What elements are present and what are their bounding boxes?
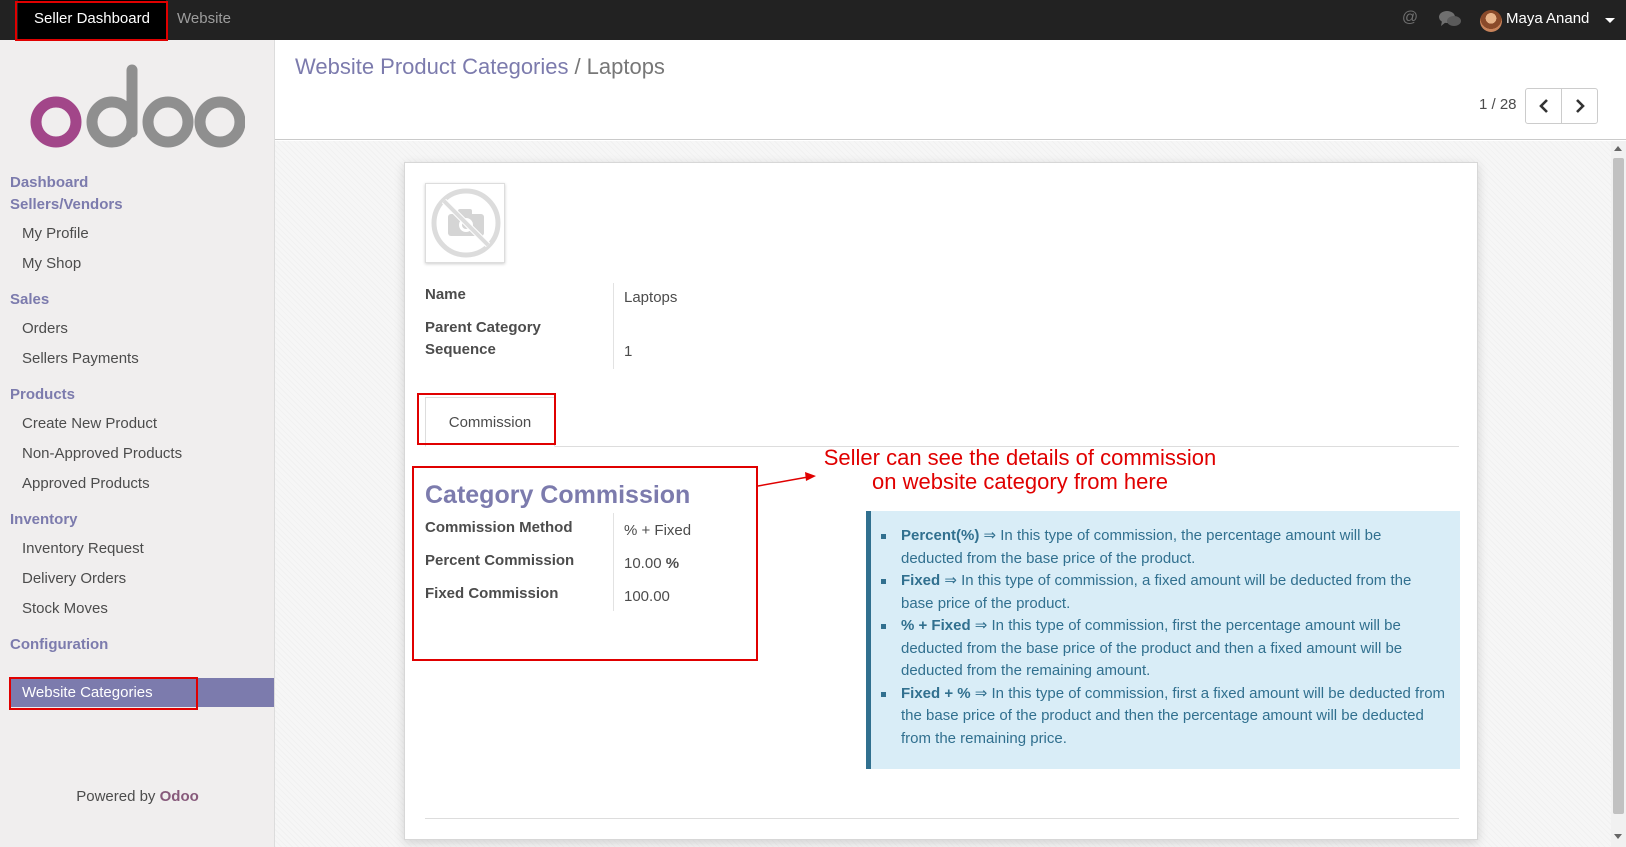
annotation-line-2: on website category from here [872,469,1168,494]
sidebar-item-create-new-product[interactable]: Create New Product [22,415,157,432]
sidebar-item-sellers-payments[interactable]: Sellers Payments [22,350,139,367]
powered-by-brand[interactable]: Odoo [160,788,199,805]
sidebar-item-delivery-orders[interactable]: Delivery Orders [22,570,126,587]
chevron-down-icon[interactable] [1605,18,1615,23]
name-label: Name [425,286,466,303]
sidebar-section-configuration: Configuration [10,636,109,653]
highlight-category-commission [412,466,758,661]
top-navbar: Seller Dashboard Website @ Maya Anand [0,0,1626,40]
chat-bubbles-icon[interactable] [1439,10,1461,28]
field-divider [613,283,614,369]
breadcrumb-parent[interactable]: Website Product Categories [295,54,569,79]
sidebar-item-orders[interactable]: Orders [22,320,68,337]
pager-previous-button[interactable] [1525,88,1562,124]
sidebar-section-sellers[interactable]: Sellers/Vendors [10,196,123,213]
sidebar-section-inventory: Inventory [10,511,78,528]
scrollbar[interactable] [1611,141,1626,847]
sidebar-section-dashboard[interactable]: Dashboard [10,174,88,191]
sidebar-item-stock-moves[interactable]: Stock Moves [22,600,108,617]
no-image-camera-icon [431,188,501,258]
info-item-percent: Percent(%) ⇒ In this type of commission,… [881,525,1446,570]
breadcrumb-current: Laptops [586,54,665,79]
nav-website[interactable]: Website [177,0,231,40]
at-icon[interactable]: @ [1401,9,1419,27]
commission-info-list: Percent(%) ⇒ In this type of commission,… [881,525,1446,751]
scroll-up-arrow-icon[interactable] [1614,146,1622,151]
sequence-value: 1 [624,343,633,360]
info-text: ⇒ In this type of commission, first the … [901,617,1403,679]
highlight-seller-dashboard [15,1,168,41]
breadcrumb: Website Product Categories / Laptops [295,54,665,80]
info-term: Percent(%) [901,527,980,544]
user-menu[interactable]: Maya Anand [1506,0,1589,40]
info-term: Fixed + % [901,684,971,702]
highlight-website-categories [9,677,198,710]
breadcrumb-separator: / [574,54,581,79]
powered-by-text: Powered by [76,788,156,805]
pager-value[interactable]: 1 / 28 [1479,96,1517,113]
sidebar: Dashboard Sellers/Vendors My Profile My … [0,40,275,847]
chevron-left-icon [1538,99,1548,113]
commission-info-box: Percent(%) ⇒ In this type of commission,… [866,511,1460,769]
sidebar-item-approved-products[interactable]: Approved Products [22,475,150,492]
control-panel: Website Product Categories / Laptops 1 / 2… [275,40,1626,140]
info-term: Fixed [901,572,941,589]
highlight-commission-tab [417,393,556,445]
scrollbar-thumb[interactable] [1613,158,1624,814]
sidebar-item-inventory-request[interactable]: Inventory Request [22,540,144,557]
pager-next-button[interactable] [1561,88,1598,124]
annotation-text: Seller can see the details of commission… [810,446,1230,494]
sidebar-item-my-shop[interactable]: My Shop [22,255,81,272]
sequence-label: Sequence [425,341,496,358]
info-item-fixed: Fixed ⇒ In this type of commission, a fi… [881,570,1446,615]
sidebar-item-my-profile[interactable]: My Profile [22,225,89,242]
info-item-fixed-plus-percent: Fixed + % ⇒ In this type of commission, … [881,683,1446,751]
info-text: ⇒ In this type of commission, a fixed am… [901,572,1412,612]
chevron-right-icon [1575,99,1585,113]
category-image[interactable] [425,183,505,263]
info-item-percent-plus-fixed: % + Fixed ⇒ In this type of commission, … [881,615,1446,683]
sidebar-section-products: Products [10,386,76,403]
scroll-down-arrow-icon[interactable] [1614,834,1622,839]
avatar[interactable] [1480,10,1502,32]
odoo-logo [30,64,245,148]
powered-by: Powered by Odoo [0,788,275,805]
info-text: ⇒ In this type of commission, first a fi… [901,684,1446,747]
parent-category-label: Parent Category [425,319,541,336]
info-term: % + Fixed [901,617,971,634]
sheet-divider [425,818,1459,819]
sidebar-item-non-approved-products[interactable]: Non-Approved Products [22,445,182,462]
name-value: Laptops [624,289,678,306]
annotation-line-1: Seller can see the details of commission [823,445,1217,470]
sidebar-section-sales: Sales [10,291,50,308]
